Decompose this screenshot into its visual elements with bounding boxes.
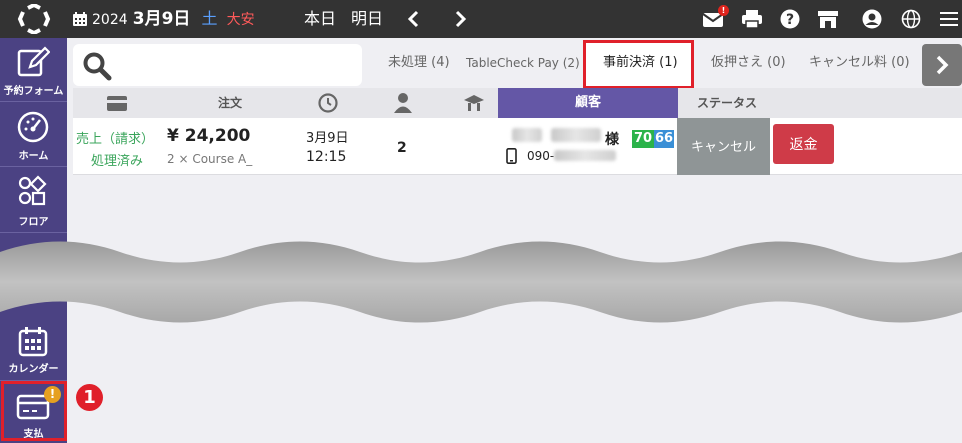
dashboard-icon (17, 111, 49, 143)
payment-type: 売上（請求） (76, 132, 155, 147)
sidebar-item-reservation-form[interactable]: 予約フォーム (0, 38, 67, 100)
tablecheck-logo-icon[interactable] (14, 4, 54, 34)
tab-tablecheck-pay[interactable]: TableCheck Pay (2) (466, 52, 580, 74)
payment-alert-badge: ! (44, 386, 61, 403)
search-input[interactable] (117, 50, 352, 80)
date-year: 2024 (92, 12, 128, 28)
search-icon (83, 52, 112, 81)
prev-day-chevron-icon[interactable] (404, 9, 424, 29)
svg-text:?: ? (786, 12, 794, 28)
date-day-of-week: 土 (201, 9, 218, 28)
globe-language-icon[interactable] (900, 9, 922, 29)
next-day-chevron-icon[interactable] (450, 9, 470, 29)
guests-person-icon (394, 93, 412, 113)
payment-amount: ¥ 24,200 (167, 126, 251, 146)
table-seat-icon (464, 95, 484, 111)
customer-phone-blurred (554, 150, 616, 161)
chevron-right-icon (936, 55, 949, 75)
sidebar-item-home[interactable]: ホーム (0, 102, 67, 164)
customer-score-blue: 66 (654, 130, 674, 148)
cancel-button[interactable]: キャンセル (677, 118, 770, 175)
tab-scroll-next-button[interactable] (922, 44, 962, 86)
hamburger-menu-icon[interactable] (938, 9, 960, 29)
store-icon[interactable] (817, 9, 839, 29)
current-date[interactable]: 2024 3月9日 土 大安 (92, 8, 255, 31)
sidebar-item-floor[interactable]: フロア (0, 167, 67, 229)
search-box[interactable] (73, 44, 362, 86)
tab-prepayment[interactable]: 事前決済 (1) (603, 52, 678, 74)
user-account-icon[interactable] (861, 9, 883, 29)
customer-name-blurred (551, 128, 601, 142)
tab-provisional-hold[interactable]: 仮押さえ (0) (711, 52, 786, 74)
reservation-time: 12:15 (306, 149, 347, 165)
credit-card-column-icon (107, 96, 127, 111)
step-number-marker: 1 (76, 384, 103, 411)
sidebar-item-label: フロア (18, 217, 49, 228)
tomorrow-button[interactable]: 明日 (351, 8, 383, 30)
order-items: 2 × Course A_ (167, 152, 253, 166)
payment-status: 処理済み (91, 154, 144, 169)
refund-button[interactable]: 返金 (773, 124, 834, 164)
header-status: ステータス (697, 96, 758, 110)
customer-score-green: 70 (632, 130, 654, 148)
guest-count: 2 (397, 140, 407, 156)
customer-honorific: 様 (605, 132, 619, 148)
help-icon[interactable]: ? (779, 9, 801, 29)
sidebar-item-label: カレンダー (8, 364, 59, 375)
edit-icon (17, 46, 50, 77)
wave-break-divider (0, 241, 962, 323)
customer-name-blurred (512, 128, 542, 142)
top-bar: 2024 3月9日 土 大安 本日 明日 ! ? (0, 0, 962, 38)
tab-unprocessed[interactable]: 未処理 (4) (388, 52, 450, 74)
mail-notification-badge: ! (718, 5, 729, 16)
clock-icon (318, 93, 338, 113)
header-customer: 顧客 (498, 88, 678, 118)
reservation-date: 3月9日 (306, 131, 349, 146)
header-order: 注文 (218, 96, 243, 110)
date-month-day: 3月9日 (132, 9, 191, 29)
tab-cancellation-fee[interactable]: キャンセル料 (0) (809, 52, 910, 74)
floor-shapes-icon (18, 175, 47, 206)
sidebar-item-label: ホーム (18, 151, 49, 162)
customer-phone: 090- (527, 149, 555, 163)
mobile-phone-icon (506, 148, 517, 164)
date-rokuyo: 大安 (226, 12, 255, 28)
print-icon[interactable] (741, 9, 763, 29)
today-button[interactable]: 本日 (304, 8, 336, 30)
sidebar-item-label: 予約フォーム (3, 86, 64, 97)
calendar-small-icon[interactable] (72, 11, 88, 27)
